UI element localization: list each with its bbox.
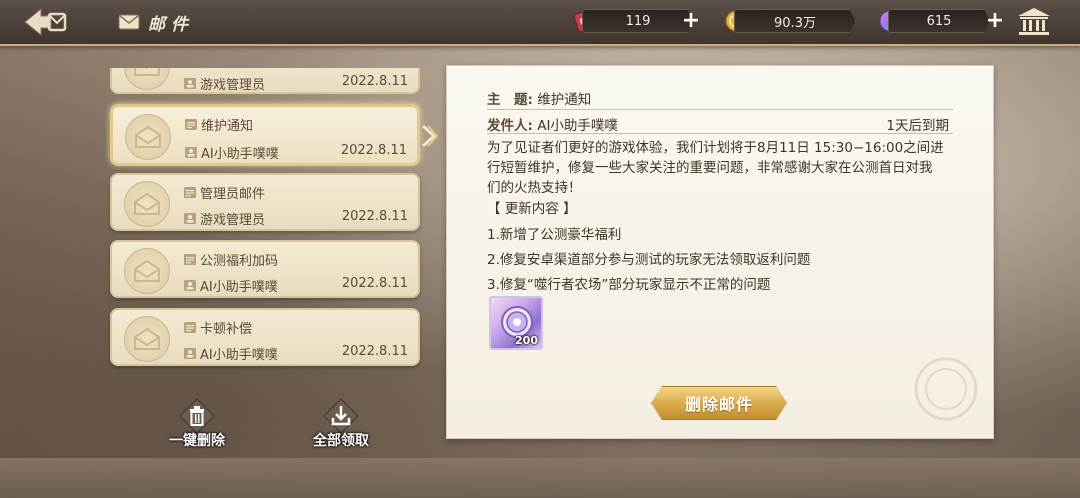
person-icon xyxy=(184,348,196,359)
resource-ticket-value: 119 xyxy=(582,9,694,33)
person-icon xyxy=(185,147,197,158)
detail-body: 为了见证者们更好的游戏体验，我们计划将于8月11日 15:30−16:00之间进… xyxy=(487,138,957,198)
mail-detail-panel: 主 题: 维护通知 发件人: AI小助手噗噗 1天后到期 为了见证者们更好的游戏… xyxy=(446,65,994,439)
sender-label: 发件人: xyxy=(487,118,533,134)
person-icon xyxy=(184,78,196,89)
update-item: 2.修复安卓渠道部分参与测试的玩家无法领取返利问题 xyxy=(487,252,811,268)
mail-item[interactable]: 公测福利加码 AI小助手噗噗 2022.8.11 xyxy=(110,240,420,298)
person-icon xyxy=(184,213,196,224)
update-item: 3.修复“噬行者农场”部分玩家显示不正常的问题 xyxy=(487,277,771,293)
document-icon xyxy=(185,119,197,130)
envelope-open-icon xyxy=(124,181,170,227)
claim-all-label: 全部领取 xyxy=(313,433,369,449)
mail-subject: 卡顿补偿 xyxy=(184,318,252,337)
mail-date: 2022.8.11 xyxy=(341,209,408,224)
reward-item[interactable]: 200 xyxy=(489,296,543,350)
divider xyxy=(487,133,953,134)
envelope-open-icon xyxy=(125,114,171,160)
resource-ticket: 119 xyxy=(573,7,694,35)
mail-date: 2022.8.11 xyxy=(340,143,407,158)
update-header: 【 更新内容 】 xyxy=(487,201,577,217)
delete-all-label: 一键删除 xyxy=(169,433,225,449)
body-line: 们的火热支持！ xyxy=(487,180,582,196)
mail-subject: 公测福利加码 xyxy=(184,250,278,269)
person-icon xyxy=(184,280,196,291)
body-line: 为了见证者们更好的游戏体验，我们计划将于8月11日 15:30−16:00之间进 xyxy=(487,140,944,156)
back-button[interactable] xyxy=(22,6,70,38)
detail-subject-row: 主 题: 维护通知 xyxy=(487,88,591,108)
mail-item-selected[interactable]: 维护通知 AI小助手噗噗 2022.8.11 xyxy=(110,104,420,166)
resource-gem-value: 615 xyxy=(888,9,990,33)
background-floor xyxy=(0,458,1080,498)
mail-sender: 游戏管理员 xyxy=(184,209,265,228)
mail-sender: AI小助手噗噗 xyxy=(184,276,278,295)
document-icon xyxy=(184,322,196,333)
delete-mail-button[interactable]: 删除邮件 xyxy=(651,386,787,420)
back-arrow-icon xyxy=(24,7,67,37)
divider xyxy=(487,109,953,110)
top-bar: 邮件 119 + 90.3万 615 + xyxy=(0,0,1080,46)
envelope-open-icon xyxy=(124,316,170,362)
resource-gold: 90.3万 xyxy=(725,7,856,35)
stamp-watermark-icon xyxy=(914,357,978,421)
download-tray-icon xyxy=(323,398,359,434)
mail-date: 2022.8.11 xyxy=(341,276,408,291)
document-icon xyxy=(184,254,196,265)
mail-subject: 维护通知 xyxy=(185,115,253,134)
subject-label: 主 题: xyxy=(487,92,533,108)
expire-text: 1天后到期 xyxy=(886,118,949,134)
envelope-open-icon xyxy=(124,248,170,294)
detail-sender-row: 发件人: AI小助手噗噗 xyxy=(487,114,618,134)
mail-item[interactable]: 卡顿补偿 AI小助手噗噗 2022.8.11 xyxy=(110,308,420,366)
add-ticket-button[interactable]: + xyxy=(680,10,702,32)
mail-date: 2022.8.11 xyxy=(341,74,408,89)
reward-quantity: 200 xyxy=(515,334,538,347)
selected-arrow-icon xyxy=(421,124,438,148)
mail-sender: AI小助手噗噗 xyxy=(185,143,279,162)
document-icon xyxy=(184,187,196,198)
update-item: 1.新增了公测豪华福利 xyxy=(487,227,622,243)
mail-icon xyxy=(118,14,140,30)
add-gem-button[interactable]: + xyxy=(984,10,1006,32)
resource-gem: 615 xyxy=(879,7,990,35)
page-title: 邮件 xyxy=(148,14,194,35)
mail-item[interactable]: 管理员邮件 游戏管理员 2022.8.11 xyxy=(110,173,420,231)
mail-sender: AI小助手噗噗 xyxy=(184,344,278,363)
detail-sender: AI小助手噗噗 xyxy=(537,118,618,134)
delete-all-button[interactable]: 一键删除 xyxy=(152,398,242,450)
mail-date: 2022.8.11 xyxy=(341,344,408,359)
mail-sender: 游戏管理员 xyxy=(184,74,265,93)
resource-gold-value: 90.3万 xyxy=(734,9,856,33)
trash-icon xyxy=(179,398,215,434)
body-line: 行短暂维护，修复一些大家关注的重要问题，非常感谢大家在公测首日对我 xyxy=(487,160,933,176)
bank-icon[interactable] xyxy=(1016,6,1052,38)
mail-subject: 管理员邮件 xyxy=(184,183,265,202)
page-title-group: 邮件 xyxy=(118,8,194,36)
detail-subject: 维护通知 xyxy=(537,92,592,108)
claim-all-button[interactable]: 全部领取 xyxy=(296,398,386,450)
